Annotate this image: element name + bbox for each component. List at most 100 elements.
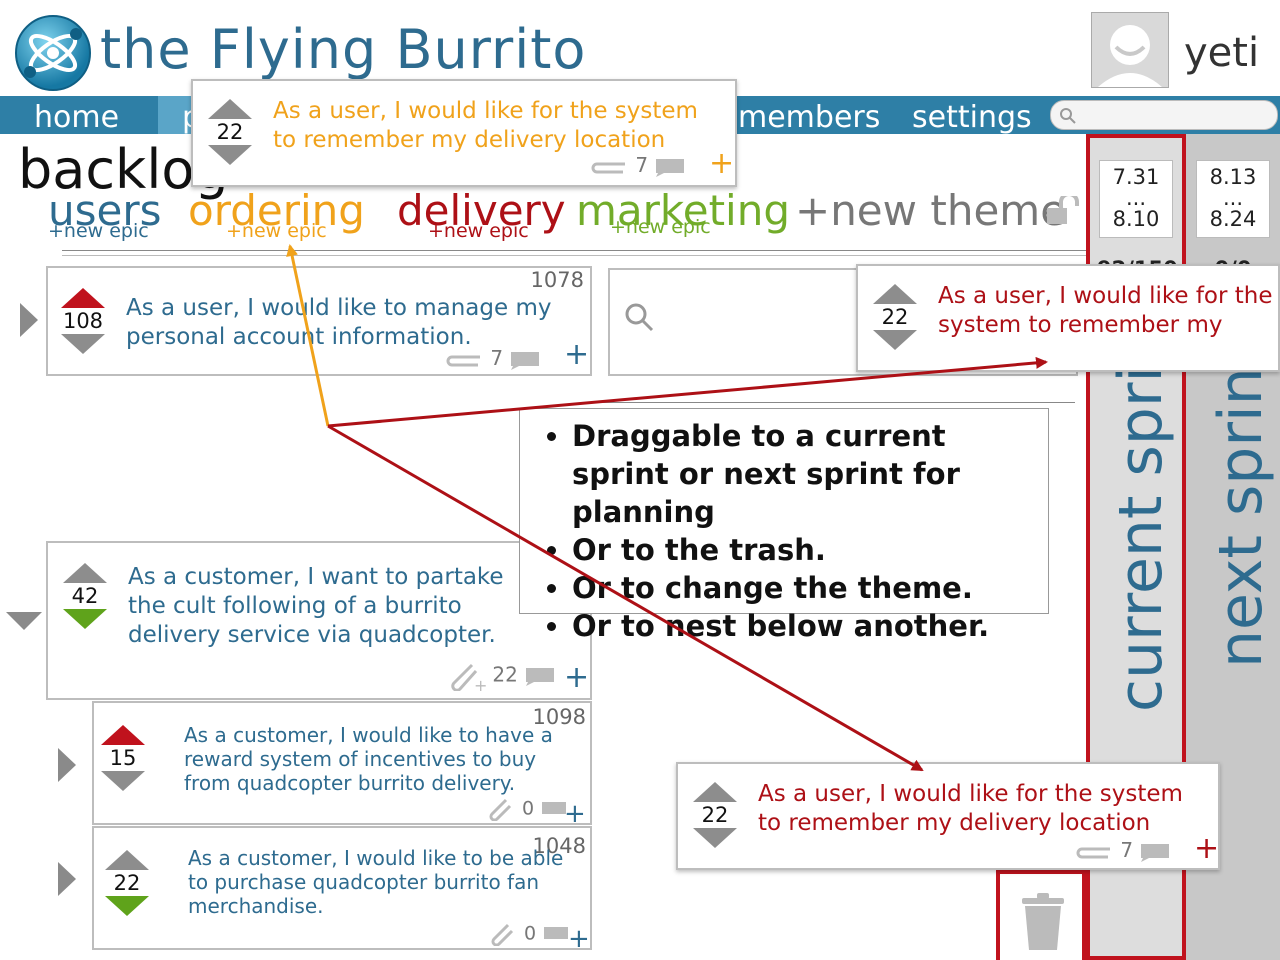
story-text[interactable]: As a customer, I would like to be able t… (188, 846, 568, 918)
story-card-merch[interactable]: 22 1048 As a customer, I would like to b… (92, 826, 592, 954)
vote-count: 15 (109, 746, 137, 770)
vote-count: 22 (881, 305, 909, 329)
instruction-item: Draggable to a current sprint or next sp… (572, 417, 1048, 531)
expand-arrow[interactable] (58, 862, 76, 896)
paperclip-icon[interactable] (488, 922, 518, 946)
app-title[interactable]: the Flying Burrito (100, 18, 586, 81)
new-epic-ordering[interactable]: +new epic (226, 220, 327, 242)
story-footer: 7 (589, 153, 686, 177)
divider (62, 255, 1086, 256)
drop-preview-sprint: 22 As a user, I would like for the syste… (856, 264, 1280, 372)
upvote-icon[interactable] (208, 99, 252, 119)
story-footer: 0 (488, 922, 570, 946)
trash-icon (1022, 893, 1064, 950)
downvote-icon[interactable] (208, 145, 252, 165)
paperclip-icon (1076, 847, 1110, 858)
downvote-icon[interactable] (105, 896, 149, 916)
search-input[interactable] (1050, 100, 1278, 130)
add-subtask-button[interactable]: + (709, 149, 734, 179)
upvote-icon (873, 284, 917, 304)
vote-control[interactable]: 108 (58, 288, 108, 354)
add-subtask-button[interactable]: + (564, 340, 589, 370)
paperclip-icon[interactable] (444, 351, 484, 369)
instruction-item: Or to change the theme. (572, 569, 1048, 607)
avatar[interactable] (1091, 12, 1169, 88)
divider (600, 402, 1075, 403)
story-footer: + 22 (446, 661, 556, 691)
vote-control[interactable]: 22 (205, 99, 255, 165)
comment-icon[interactable] (542, 925, 570, 943)
unlock-icon[interactable] (1045, 196, 1085, 226)
current-sprint-dates: 7.31 ... 8.10 (1099, 160, 1173, 238)
nav-item-home[interactable]: home (34, 100, 119, 135)
story-id: 1078 (530, 268, 584, 292)
new-epic-users[interactable]: +new epic (48, 220, 149, 242)
vote-control[interactable]: 42 (60, 563, 110, 629)
story-footer: 0 (486, 797, 568, 821)
paperclip-icon[interactable] (589, 158, 629, 176)
search-icon (1060, 108, 1076, 124)
downvote-icon[interactable] (63, 609, 107, 629)
sprint-end: 8.24 (1209, 207, 1257, 231)
nav-item-members[interactable]: members (738, 100, 880, 135)
downvote-icon[interactable] (61, 334, 105, 354)
expand-arrow[interactable] (58, 748, 76, 782)
downvote-icon[interactable] (101, 771, 145, 791)
story-text: As a user, I would like for the system t… (938, 283, 1273, 342)
story-card-account[interactable]: 108 1078 As a user, I would like to mana… (46, 266, 592, 376)
upvote-icon[interactable] (101, 725, 145, 745)
next-sprint-dates: 8.13 ... 8.24 (1196, 160, 1270, 238)
comment-icon (1141, 843, 1170, 862)
sprint-sep: ... (1125, 186, 1147, 210)
vote-count: 22 (216, 120, 244, 144)
story-text[interactable]: As a user, I would like for the system t… (273, 97, 723, 155)
story-footer: 7 (1074, 838, 1171, 862)
drop-preview-trash: 22 As a user, I would like for the syste… (676, 762, 1220, 870)
downvote-icon (693, 828, 737, 848)
story-text: As a user, I would like for the system t… (758, 781, 1183, 836)
instruction-item: Or to nest below another. (572, 607, 1048, 645)
story-text[interactable]: As a customer, I want to partake the cul… (128, 563, 528, 650)
user-name[interactable]: yeti (1184, 30, 1259, 76)
vote-control[interactable]: 15 (98, 725, 148, 791)
upvote-icon[interactable] (105, 850, 149, 870)
downvote-icon (873, 330, 917, 350)
new-theme-button[interactable]: +new theme (795, 186, 1066, 235)
collapse-arrow[interactable] (6, 612, 42, 630)
story-text[interactable]: As a user, I would like to manage my per… (126, 294, 576, 352)
story-text[interactable]: As a customer, I would like to have a re… (184, 723, 564, 795)
nav-item-settings[interactable]: settings (912, 100, 1032, 135)
logo-icon (14, 14, 92, 92)
trash-drop-zone[interactable] (996, 870, 1086, 960)
new-epic-delivery[interactable]: +new epic (428, 220, 529, 242)
upvote-icon[interactable] (63, 563, 107, 583)
add-subtask-button[interactable]: + (564, 799, 586, 829)
search-icon (625, 303, 654, 332)
expand-arrow[interactable] (20, 303, 38, 337)
paperclip-icon[interactable]: + (446, 661, 486, 691)
vote-control: 22 (870, 284, 920, 350)
instruction-callout: Draggable to a current sprint or next sp… (519, 408, 1049, 643)
svg-text:+: + (474, 676, 486, 691)
vote-control[interactable]: 22 (102, 850, 152, 916)
add-subtask-button[interactable]: + (564, 663, 589, 693)
add-subtask-button[interactable]: + (568, 924, 590, 954)
comment-icon[interactable] (654, 157, 686, 177)
add-subtask-button: + (1194, 831, 1220, 866)
vote-count: 22 (113, 871, 141, 895)
story-card-quadcopter[interactable]: 42 As a customer, I want to partake the … (46, 541, 592, 700)
vote-count: 42 (71, 584, 99, 608)
upvote-icon[interactable] (61, 288, 105, 308)
story-footer: 7 (444, 346, 541, 370)
paperclip-icon[interactable] (486, 797, 516, 821)
comment-icon[interactable] (509, 350, 541, 370)
dragging-story-card[interactable]: 22 As a user, I would like for the syste… (191, 79, 737, 187)
comment-icon[interactable] (524, 666, 556, 686)
story-card-reward[interactable]: 15 1098 As a customer, I would like to h… (92, 701, 592, 829)
comment-count: 0 (522, 797, 535, 820)
sprint-sep: ... (1222, 186, 1244, 210)
new-epic-marketing[interactable]: +new epic (610, 216, 711, 238)
vote-count: 22 (701, 803, 729, 827)
comment-count: 7 (635, 153, 649, 177)
instruction-list: Draggable to a current sprint or next sp… (520, 417, 1048, 645)
